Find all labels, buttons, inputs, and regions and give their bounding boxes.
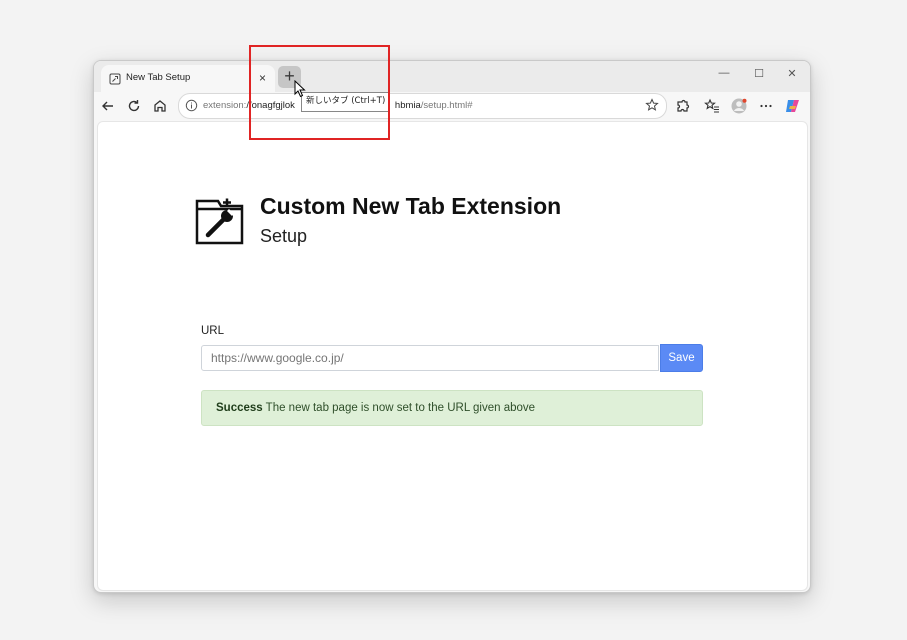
page-favicon-icon	[109, 73, 121, 85]
profile-icon[interactable]	[730, 97, 748, 115]
home-icon[interactable]	[151, 97, 169, 115]
page-title: Custom New Tab Extension	[260, 193, 562, 219]
maximize-icon[interactable]: ☐	[749, 67, 769, 80]
toolbox-wrench-icon	[195, 198, 244, 245]
page-subtitle: Setup	[260, 226, 308, 246]
url-path: /setup.html#	[420, 100, 473, 111]
close-window-icon[interactable]: ✕	[782, 67, 802, 80]
tab-strip: New Tab Setup × + — ☐ ✕	[94, 61, 810, 93]
save-button[interactable]: Save	[660, 344, 703, 372]
alert-text: The new tab page is now set to the URL g…	[262, 402, 536, 414]
url-input[interactable]	[201, 345, 659, 371]
success-alert: Success The new tab page is now set to t…	[201, 390, 703, 426]
extensions-icon[interactable]	[674, 97, 692, 115]
tab-title: New Tab Setup	[126, 72, 191, 83]
url-host-end: hbmia	[394, 100, 421, 111]
copilot-icon[interactable]	[784, 97, 802, 115]
info-icon[interactable]	[185, 99, 198, 112]
favorite-star-icon[interactable]	[645, 98, 659, 112]
browser-toolbar: extension://onagfgjlok hbmia/setup.html#	[94, 92, 810, 121]
alert-strong: Success	[216, 402, 263, 414]
back-icon[interactable]	[99, 97, 117, 115]
page-content: Custom New Tab Extension Setup URL Save …	[97, 121, 808, 591]
refresh-icon[interactable]	[125, 97, 143, 115]
browser-window: New Tab Setup × + — ☐ ✕ extension://onag…	[93, 60, 811, 593]
highlight-box	[249, 45, 390, 140]
minimize-icon[interactable]: —	[714, 67, 734, 79]
favorites-icon[interactable]	[703, 97, 721, 115]
more-icon[interactable]	[757, 97, 775, 115]
url-scheme: extension:	[203, 100, 247, 111]
url-label: URL	[201, 325, 225, 337]
